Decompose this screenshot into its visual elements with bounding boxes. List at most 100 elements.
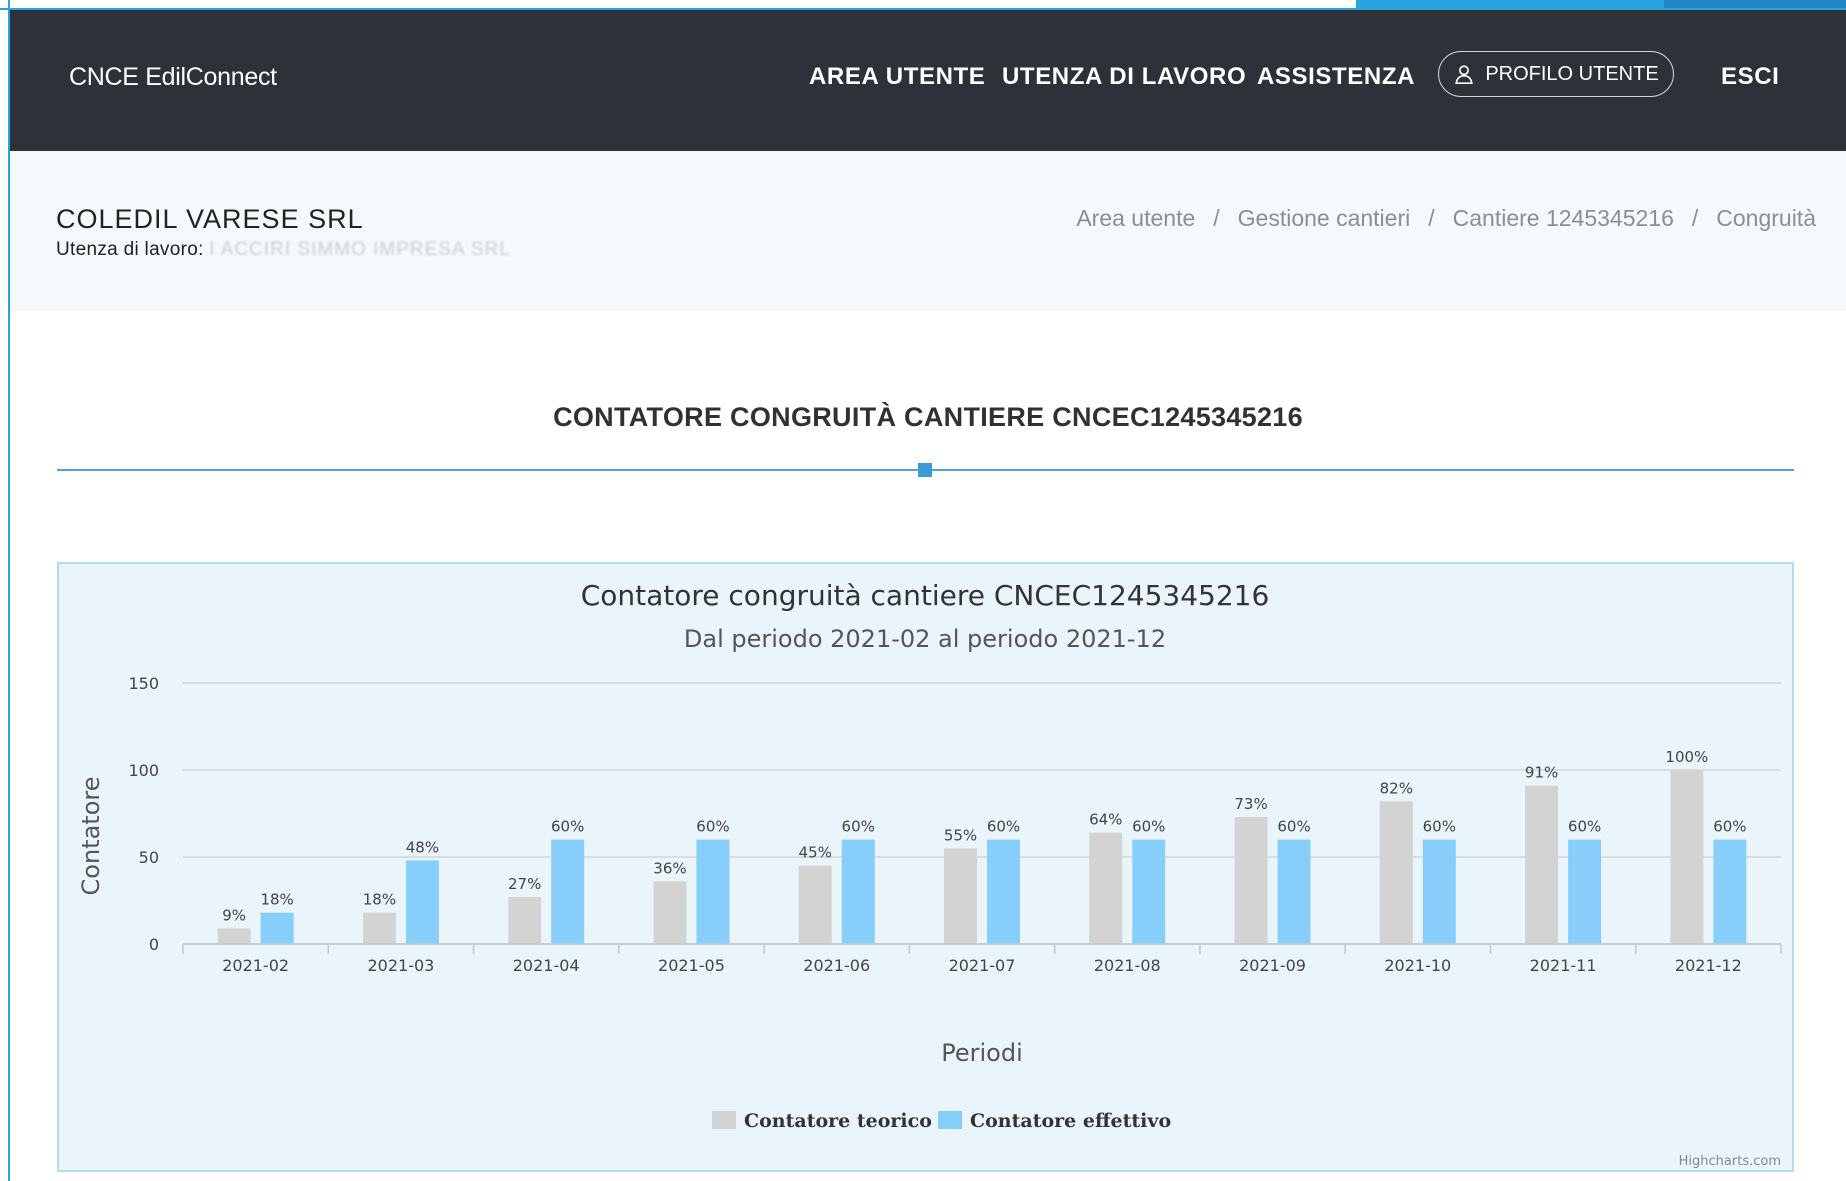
navbar: CNCE EdilConnect AREA UTENTE UTENZA DI L…	[10, 10, 1846, 151]
bar-effettivo	[405, 860, 439, 944]
profile-button-label: PROFILO UTENTE	[1485, 62, 1659, 85]
x-tick-label: 2021-10	[1384, 956, 1451, 975]
data-label: 18%	[363, 891, 396, 909]
breadcrumb-separator: /	[1213, 205, 1220, 231]
data-label: 9%	[222, 906, 246, 924]
data-label: 73%	[1234, 795, 1267, 813]
bar-effettivo	[987, 839, 1020, 944]
bar-teorico	[1670, 770, 1704, 944]
data-label: 100%	[1665, 748, 1708, 766]
y-tick-label: 100	[128, 761, 159, 780]
x-tick-label: 2021-11	[1530, 956, 1597, 975]
data-label: 60%	[696, 818, 729, 836]
x-tick-label: 2021-09	[1239, 956, 1306, 975]
bar-effettivo	[841, 839, 875, 944]
chart-data-labels: 9% 18% 18% 48% 27% 60% 36% 60% 45% 60% 55% 60% 64% 60…	[222, 748, 1746, 924]
chart-title: Contatore congruità cantiere CNCEC124534…	[581, 579, 1270, 612]
bar-effettivo	[1713, 839, 1747, 944]
page-header: COLEDIL VARESE SRL Utenza di lavoro: I A…	[10, 151, 1846, 311]
nav-area-utente[interactable]: AREA UTENTE	[809, 63, 985, 91]
data-label: 60%	[551, 818, 584, 836]
nav-utenza-di-lavoro[interactable]: UTENZA DI LAVORO	[1002, 63, 1246, 91]
breadcrumb-separator: /	[1691, 205, 1699, 231]
company-name: COLEDIL VARESE SRL	[56, 204, 364, 234]
breadcrumb-gestione-cantieri[interactable]: Gestione cantieri	[1238, 205, 1411, 232]
y-tick-label: 0	[149, 935, 159, 954]
legend-label: Contatore teorico	[744, 1110, 932, 1132]
bar-teorico	[1234, 816, 1268, 944]
top-accent-bar-dark	[1664, 0, 1846, 8]
data-label: 82%	[1380, 779, 1413, 797]
legend-swatch	[712, 1111, 736, 1129]
chart-legend: Contatore teorico Contatore effettivo	[712, 1110, 1171, 1132]
bar-effettivo	[1422, 839, 1456, 944]
data-label: 27%	[508, 875, 541, 893]
y-tick-label: 150	[128, 674, 159, 693]
x-tick-label: 2021-08	[1094, 956, 1161, 975]
data-label: 60%	[987, 818, 1020, 836]
breadcrumb-cantiere[interactable]: Cantiere 1245345216	[1453, 205, 1674, 232]
page-title: CONTATORE CONGRUITÀ CANTIERE CNCEC124534…	[553, 402, 1303, 432]
data-label: 91%	[1525, 764, 1558, 782]
bar-teorico	[508, 897, 542, 944]
bar-effettivo	[696, 839, 730, 944]
x-tick-label: 2021-06	[803, 956, 870, 975]
breadcrumb-current: Congruità	[1716, 205, 1816, 231]
congruita-chart: Contatore congruità cantiere CNCEC124534…	[77, 579, 1782, 1169]
bar-teorico	[944, 848, 977, 944]
data-label: 48%	[406, 838, 439, 856]
chart-container: Contatore congruità cantiere CNCEC124534…	[57, 562, 1794, 1172]
bar-teorico	[362, 912, 396, 944]
data-label: 60%	[1277, 818, 1310, 836]
legend-label: Contatore effettivo	[970, 1110, 1171, 1132]
x-tick-label: 2021-07	[949, 956, 1016, 975]
bar-teorico	[1089, 832, 1123, 944]
x-tick-label: 2021-03	[367, 956, 434, 975]
breadcrumb-area-utente[interactable]: Area utente	[1076, 205, 1195, 232]
brand-logo[interactable]: CNCE EdilConnect	[69, 63, 277, 92]
y-axis-ticks: 0 50 100 150	[128, 674, 159, 954]
bar-teorico	[217, 928, 251, 944]
x-tick-label: 2021-12	[1675, 956, 1742, 975]
x-tick-label: 2021-02	[222, 956, 289, 975]
x-axis: 2021-02 2021-03 2021-04 2021-05 2021-06 2021-…	[182, 943, 1782, 975]
x-axis-title: Periodi	[941, 1039, 1023, 1067]
data-label: 64%	[1089, 811, 1122, 829]
y-axis-title: Contatore	[77, 777, 105, 896]
bar-teorico	[653, 881, 687, 944]
breadcrumb: Area utente / Gestione cantieri / Cantie…	[1076, 205, 1816, 232]
data-label: 36%	[653, 859, 686, 877]
legend-swatch	[938, 1111, 962, 1129]
chart-subtitle: Dal periodo 2021-02 al periodo 2021-12	[684, 625, 1166, 653]
data-label: 45%	[799, 844, 832, 862]
window-left-border	[0, 0, 10, 1181]
data-label: 55%	[944, 826, 977, 844]
data-label: 60%	[1423, 818, 1456, 836]
x-tick-label: 2021-05	[658, 956, 725, 975]
title-divider-marker	[918, 463, 932, 477]
user-icon	[1455, 65, 1474, 84]
data-label: 60%	[1568, 818, 1601, 836]
bar-teorico	[1525, 785, 1559, 944]
utenza-label: Utenza di lavoro:	[56, 239, 204, 260]
chart-credits[interactable]: Highcharts.com	[1679, 1154, 1781, 1169]
bar-teorico	[1379, 801, 1413, 944]
breadcrumb-separator: /	[1428, 205, 1435, 231]
utenza-info: Utenza di lavoro: I ACCIRI SIMMO IMPRESA…	[56, 239, 511, 261]
bar-effettivo	[1568, 839, 1602, 944]
data-label: 60%	[1132, 818, 1165, 836]
data-label: 18%	[260, 891, 293, 909]
bar-effettivo	[1277, 839, 1311, 944]
bar-effettivo	[1132, 839, 1166, 944]
data-label: 60%	[1713, 818, 1746, 836]
nav-assistenza[interactable]: ASSISTENZA	[1257, 63, 1415, 91]
profile-button[interactable]: PROFILO UTENTE	[1438, 51, 1674, 97]
y-tick-label: 50	[139, 848, 159, 867]
bar-effettivo	[260, 912, 294, 944]
bar-teorico	[798, 865, 832, 944]
data-label: 60%	[842, 818, 875, 836]
x-tick-label: 2021-04	[513, 956, 580, 975]
logout-button[interactable]: ESCI	[1721, 63, 1779, 91]
bar-effettivo	[551, 839, 585, 944]
utenza-value: I ACCIRI SIMMO IMPRESA SRL	[209, 239, 511, 260]
